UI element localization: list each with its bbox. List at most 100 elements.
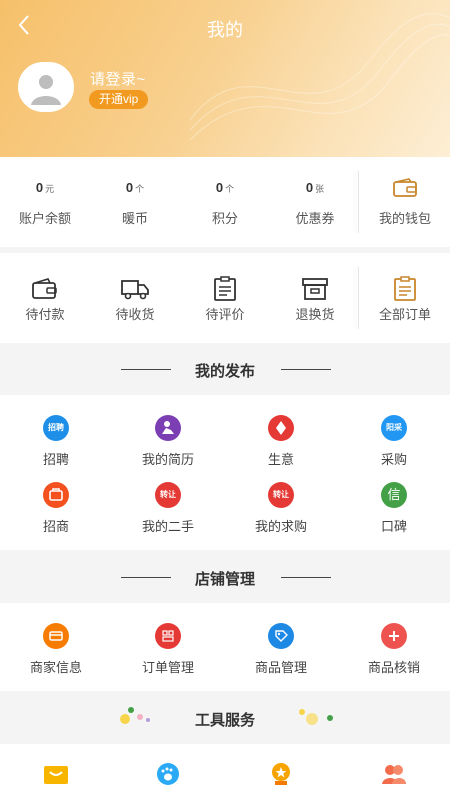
merchant-card-icon xyxy=(43,623,69,649)
section-title: 我的发布 xyxy=(194,363,255,380)
my-wallet-button[interactable]: 我的钱包 xyxy=(360,157,450,247)
tool-footprint[interactable] xyxy=(112,762,224,786)
stat-label: 暖币 xyxy=(121,211,148,226)
investment-icon xyxy=(43,482,69,508)
person-working-icon xyxy=(162,421,174,434)
truck-icon xyxy=(121,280,149,300)
box-icon xyxy=(302,278,328,300)
briefcase-icon xyxy=(49,488,63,501)
stat-balance[interactable]: 0元 账户余额 xyxy=(0,157,90,247)
icon-badge: 转让 xyxy=(160,490,176,499)
wallet-icon xyxy=(32,278,57,299)
divider xyxy=(281,369,331,370)
grid-label: 招商 xyxy=(42,519,69,534)
stat-value: 0 xyxy=(215,180,224,195)
tool-medal[interactable] xyxy=(225,762,337,786)
publish-resume[interactable]: 我的简历 xyxy=(112,415,224,468)
pending-receipt-button[interactable]: 待收货 xyxy=(90,253,180,343)
people-icon xyxy=(382,765,406,784)
publish-business[interactable]: 生意 xyxy=(225,415,337,468)
card-icon xyxy=(49,631,63,641)
stat-value: 0 xyxy=(125,180,134,195)
purchase-icon: 阳采 xyxy=(381,415,407,441)
publish-investment[interactable]: 招商 xyxy=(0,482,112,535)
grid-label: 订单管理 xyxy=(141,660,194,675)
stat-label: 积分 xyxy=(211,211,238,226)
pending-payment-button[interactable]: 待付款 xyxy=(0,253,90,343)
grid-label: 商品管理 xyxy=(254,660,307,675)
section-shop-management: 店铺管理 xyxy=(0,551,450,603)
login-link[interactable]: 请登录~ xyxy=(90,68,146,89)
transfer-icon: 转让 xyxy=(268,482,294,508)
stat-points[interactable]: 0个 积分 xyxy=(180,157,270,247)
user-icon xyxy=(31,75,61,105)
stat-label: 优惠券 xyxy=(295,211,335,226)
order-label: 待付款 xyxy=(25,307,65,322)
account-stats: 0元 账户余额 0个 暖币 0个 积分 0张 优惠券 我的钱包 xyxy=(0,157,450,247)
wallet-icon xyxy=(393,178,417,197)
divider xyxy=(358,171,359,233)
wallet-label: 我的钱包 xyxy=(378,211,431,226)
stat-coupons[interactable]: 0张 优惠券 xyxy=(270,157,360,247)
recruit-icon: 招聘 xyxy=(43,415,69,441)
grid-label: 我的简历 xyxy=(141,452,194,467)
tag-icon xyxy=(275,630,288,642)
section-title: 店铺管理 xyxy=(194,571,255,588)
order-label: 退换货 xyxy=(295,307,335,322)
section-my-publish: 我的发布 xyxy=(0,343,450,395)
tool-people[interactable] xyxy=(338,762,450,786)
tools-grid xyxy=(0,744,450,800)
shop-product-writeoff[interactable]: 商品核销 xyxy=(338,623,450,676)
publish-wanted[interactable]: 转让 我的求购 xyxy=(225,482,337,535)
tool-cart[interactable] xyxy=(0,762,112,786)
stat-unit: 个 xyxy=(135,184,145,194)
order-label: 待收货 xyxy=(115,307,155,322)
stat-value: 0 xyxy=(305,180,314,195)
publish-second-hand[interactable]: 转让 我的二手 xyxy=(112,482,224,535)
shop-merchant-info[interactable]: 商家信息 xyxy=(0,623,112,676)
grid-label: 口碑 xyxy=(380,519,407,534)
grid-label: 商家信息 xyxy=(29,660,82,675)
avatar[interactable] xyxy=(18,62,74,112)
grid-label: 我的求购 xyxy=(254,519,307,534)
all-orders-button[interactable]: 全部订单 xyxy=(360,253,450,343)
returns-button[interactable]: 退换货 xyxy=(270,253,360,343)
resume-icon xyxy=(155,415,181,441)
grid-label: 我的二手 xyxy=(141,519,194,534)
grid-label: 生意 xyxy=(267,452,294,467)
writeoff-icon xyxy=(381,623,407,649)
product-management-icon xyxy=(268,623,294,649)
page-title: 我的 xyxy=(207,20,243,40)
publish-reputation[interactable]: 信 口碑 xyxy=(338,482,450,535)
grid-icon xyxy=(162,630,174,642)
profile-header: 我的 请登录~ 开通vip xyxy=(0,0,450,157)
grid-label: 采购 xyxy=(380,452,407,467)
stat-unit: 张 xyxy=(315,184,325,194)
bubbles-decoration-icon xyxy=(299,709,333,725)
section-tool-services: 工具服务 xyxy=(0,692,450,744)
publish-recruit[interactable]: 招聘 招聘 xyxy=(0,415,112,468)
stat-warm-coin[interactable]: 0个 暖币 xyxy=(90,157,180,247)
open-vip-button[interactable]: 开通vip xyxy=(89,90,149,109)
icon-badge: 转让 xyxy=(273,490,289,499)
business-icon xyxy=(268,415,294,441)
cart-icon xyxy=(44,766,68,784)
shop-product-management[interactable]: 商品管理 xyxy=(225,623,337,676)
order-label: 待评价 xyxy=(205,307,245,322)
shop-grid: 商家信息 订单管理 商品管理 商品核销 xyxy=(0,603,450,691)
stat-unit: 个 xyxy=(225,184,235,194)
order-shortcuts: 待付款 待收货 待评价 退换货 全部订单 xyxy=(0,253,450,343)
divider xyxy=(281,577,331,578)
section-title: 工具服务 xyxy=(194,712,255,729)
shop-order-management[interactable]: 订单管理 xyxy=(112,623,224,676)
plus-icon xyxy=(389,631,399,641)
order-management-icon xyxy=(155,623,181,649)
order-list-icon xyxy=(394,276,416,301)
icon-badge: 信 xyxy=(387,487,401,502)
icon-badge: 招聘 xyxy=(48,423,64,432)
publish-purchase[interactable]: 阳采 采购 xyxy=(338,415,450,468)
reputation-icon: 信 xyxy=(381,482,407,508)
stat-label: 账户余额 xyxy=(18,211,71,226)
icon-badge: 阳采 xyxy=(386,423,402,432)
pending-review-button[interactable]: 待评价 xyxy=(180,253,270,343)
